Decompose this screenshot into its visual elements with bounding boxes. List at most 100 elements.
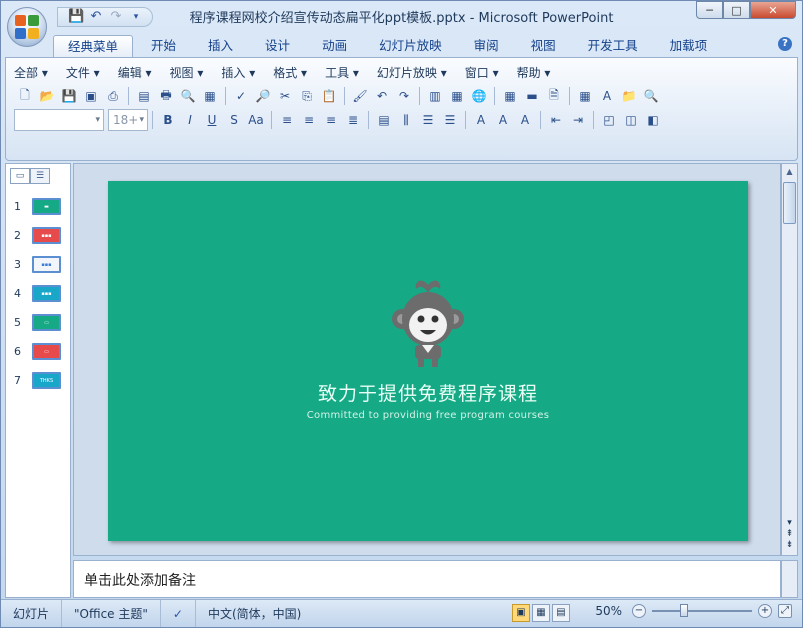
slide-thumbnail[interactable]: 2 ▪▪▪ bbox=[6, 221, 70, 250]
menu-help[interactable]: 帮助 ▾ bbox=[517, 64, 551, 81]
menu-format[interactable]: 格式 ▾ bbox=[273, 64, 307, 81]
toolbar-button-22-icon[interactable]: 🗎 bbox=[543, 86, 565, 106]
normal-view-icon[interactable]: ▣ bbox=[512, 604, 530, 622]
tab-developer[interactable]: 开发工具 bbox=[574, 35, 652, 57]
slide-thumbnail[interactable]: 5 ▭ bbox=[6, 308, 70, 337]
slide-thumb-preview[interactable]: ▪▪▪ bbox=[32, 227, 61, 244]
slide-thumb-preview[interactable]: ▬ bbox=[32, 198, 61, 215]
tab-review[interactable]: 审阅 bbox=[460, 35, 513, 57]
scroll-up-icon[interactable]: ▲ bbox=[782, 164, 797, 180]
qat-customize-icon[interactable]: ▾ bbox=[128, 9, 144, 25]
save-icon[interactable]: 💾 bbox=[68, 9, 84, 25]
office-button[interactable] bbox=[7, 7, 47, 47]
toolbar-button-16-icon[interactable]: ↷ bbox=[393, 86, 415, 106]
menu-window[interactable]: 窗口 ▾ bbox=[465, 64, 499, 81]
toolbar-button-7-icon[interactable]: 🔍 bbox=[177, 86, 199, 106]
slide-thumb-preview[interactable]: ▭ bbox=[32, 343, 61, 360]
format-button-8-icon[interactable]: ≣ bbox=[342, 110, 364, 130]
slide-canvas[interactable]: 致力于提供免费程序课程 Committed to providing free … bbox=[108, 181, 748, 541]
toolbar-button-24-icon[interactable]: A bbox=[596, 86, 618, 106]
menu-file[interactable]: 文件 ▾ bbox=[66, 64, 100, 81]
zoom-level[interactable]: 50% bbox=[595, 604, 622, 618]
toolbar-button-11-icon[interactable]: ✂ bbox=[274, 86, 296, 106]
slide-thumbnail[interactable]: 4 ▪▪▪ bbox=[6, 279, 70, 308]
format-button-19-icon[interactable]: ◫ bbox=[620, 110, 642, 130]
slide-sorter-icon[interactable]: ▦ bbox=[532, 604, 550, 622]
outline-tab-icon[interactable]: ☰ bbox=[30, 168, 50, 184]
toolbar-button-25-icon[interactable]: 📁 bbox=[618, 86, 640, 106]
format-button-16-icon[interactable]: ⇤ bbox=[545, 110, 567, 130]
format-button-6-icon[interactable]: ≡ bbox=[298, 110, 320, 130]
toolbar-button-4-icon[interactable]: ⎙ bbox=[102, 86, 124, 106]
format-button-10-icon[interactable]: ⫼ bbox=[395, 110, 417, 130]
toolbar-button-26-icon[interactable]: 🔍 bbox=[640, 86, 662, 106]
scroll-thumb[interactable] bbox=[783, 182, 796, 224]
zoom-out-icon[interactable]: − bbox=[632, 604, 646, 618]
zoom-slider[interactable] bbox=[652, 604, 752, 617]
toolbar-button-8-icon[interactable]: ▦ bbox=[199, 86, 221, 106]
notes-pane[interactable]: 单击此处添加备注 bbox=[73, 560, 781, 598]
menu-view[interactable]: 视图 ▾ bbox=[170, 64, 204, 81]
format-button-11-icon[interactable]: ☰ bbox=[417, 110, 439, 130]
format-button-15-icon[interactable]: A bbox=[514, 110, 536, 130]
fit-window-icon[interactable]: ⤢ bbox=[778, 604, 792, 618]
menu-all[interactable]: 全部 ▾ bbox=[14, 64, 48, 81]
zoom-in-icon[interactable]: + bbox=[758, 604, 772, 618]
slide-thumb-preview[interactable]: ▭ bbox=[32, 314, 61, 331]
toolbar-button-2-icon[interactable]: 💾 bbox=[58, 86, 80, 106]
slide-thumbnail[interactable]: 7 THKS bbox=[6, 366, 70, 395]
format-button-7-icon[interactable]: ≡ bbox=[320, 110, 342, 130]
menu-insert[interactable]: 插入 ▾ bbox=[221, 64, 255, 81]
tab-insert[interactable]: 插入 bbox=[194, 35, 247, 57]
slide-thumb-preview[interactable]: ▪▪▪ bbox=[32, 285, 61, 302]
format-button-4-icon[interactable]: Aa bbox=[245, 110, 267, 130]
tab-animations[interactable]: 动画 bbox=[308, 35, 361, 57]
toolbar-button-18-icon[interactable]: ▦ bbox=[446, 86, 468, 106]
format-button-18-icon[interactable]: ◰ bbox=[598, 110, 620, 130]
font-name-combo[interactable] bbox=[14, 109, 104, 131]
toolbar-button-23-icon[interactable]: ▦ bbox=[574, 86, 596, 106]
slide-subtitle[interactable]: Committed to providing free program cour… bbox=[307, 410, 549, 421]
slideshow-view-icon[interactable]: ▤ bbox=[552, 604, 570, 622]
menu-tools[interactable]: 工具 ▾ bbox=[325, 64, 359, 81]
slide-thumbnail[interactable]: 6 ▭ bbox=[6, 337, 70, 366]
format-button-3-icon[interactable]: S bbox=[223, 110, 245, 130]
menu-slideshow[interactable]: 幻灯片放映 ▾ bbox=[377, 64, 447, 81]
slide-title[interactable]: 致力于提供免费程序课程 bbox=[318, 379, 538, 406]
format-button-2-icon[interactable]: U bbox=[201, 110, 223, 130]
slides-tab-icon[interactable]: ▭ bbox=[10, 168, 30, 184]
toolbar-button-17-icon[interactable]: ▥ bbox=[424, 86, 446, 106]
toolbar-button-20-icon[interactable]: ▦ bbox=[499, 86, 521, 106]
close-button[interactable]: ✕ bbox=[750, 1, 796, 19]
tab-view[interactable]: 视图 bbox=[517, 35, 570, 57]
slide-thumb-preview[interactable]: THKS bbox=[32, 372, 61, 389]
help-icon[interactable]: ? bbox=[778, 37, 792, 51]
undo-icon[interactable]: ↶ bbox=[88, 9, 104, 25]
font-size-combo[interactable]: 18+ bbox=[108, 109, 148, 131]
tab-classic-menu[interactable]: 经典菜单 bbox=[53, 35, 134, 57]
spellcheck-icon[interactable]: ✓ bbox=[161, 600, 196, 627]
tab-addins[interactable]: 加载项 bbox=[656, 35, 722, 57]
minimize-button[interactable]: ─ bbox=[696, 1, 723, 19]
format-button-20-icon[interactable]: ◧ bbox=[642, 110, 664, 130]
menu-edit[interactable]: 编辑 ▾ bbox=[118, 64, 152, 81]
toolbar-button-12-icon[interactable]: ⎘ bbox=[296, 86, 318, 106]
toolbar-button-3-icon[interactable]: ▣ bbox=[80, 86, 102, 106]
toolbar-button-6-icon[interactable]: 🖶 bbox=[155, 86, 177, 106]
redo-icon[interactable]: ↷ bbox=[108, 9, 124, 25]
toolbar-button-9-icon[interactable]: ✓ bbox=[230, 86, 252, 106]
slide-thumb-preview[interactable]: ▪▪▪ bbox=[32, 256, 61, 273]
toolbar-button-1-icon[interactable]: 📂 bbox=[36, 86, 58, 106]
toolbar-button-10-icon[interactable]: 🔎 bbox=[252, 86, 274, 106]
tab-home[interactable]: 开始 bbox=[137, 35, 190, 57]
format-button-13-icon[interactable]: A bbox=[470, 110, 492, 130]
slide-thumbnail[interactable]: 3 ▪▪▪ bbox=[6, 250, 70, 279]
toolbar-button-13-icon[interactable]: 📋 bbox=[318, 86, 340, 106]
slide-thumbnail[interactable]: 1 ▬ bbox=[6, 192, 70, 221]
tab-slideshow[interactable]: 幻灯片放映 bbox=[365, 35, 456, 57]
vertical-scrollbar[interactable]: ▲ ▾ ⇞ ⇟ bbox=[781, 163, 798, 556]
toolbar-button-15-icon[interactable]: ↶ bbox=[371, 86, 393, 106]
format-button-0-icon[interactable]: B bbox=[157, 110, 179, 130]
format-button-17-icon[interactable]: ⇥ bbox=[567, 110, 589, 130]
toolbar-button-14-icon[interactable]: 🖌 bbox=[349, 86, 371, 106]
